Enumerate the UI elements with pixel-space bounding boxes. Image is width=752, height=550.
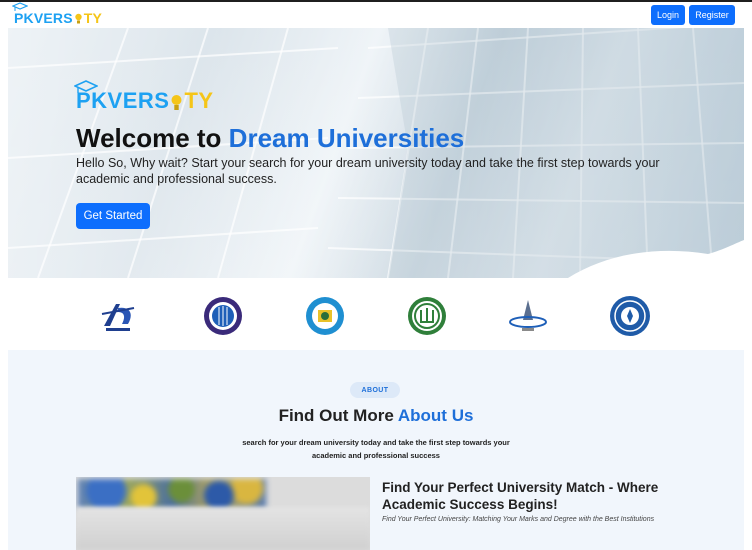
university-seal-logo[interactable] — [201, 294, 245, 338]
register-button[interactable]: Register — [689, 5, 735, 25]
about-heading: Find Your Perfect University Match - Whe… — [382, 480, 659, 512]
islamic-university-logo[interactable] — [405, 294, 449, 338]
about-badge: ABOUT — [350, 382, 400, 398]
about-image — [76, 477, 370, 550]
about-title-accent: About Us — [397, 406, 474, 425]
paal-logo[interactable] — [506, 294, 550, 338]
get-started-button[interactable]: Get Started — [76, 203, 150, 229]
painting-image — [78, 479, 266, 509]
lightbulb-icon — [75, 13, 82, 24]
about-description: search for your dream university today a… — [242, 438, 510, 460]
hero-banner: PKVERS TY Welcome to Dream Universities … — [8, 28, 744, 278]
university-crest-logo[interactable] — [608, 294, 652, 338]
navbar: PKVERS TY Login Register — [0, 2, 752, 28]
lightbulb-icon — [171, 95, 182, 110]
login-button[interactable]: Login — [651, 5, 685, 25]
arabic-university-logo[interactable] — [303, 294, 347, 338]
about-title-prefix: Find Out More — [278, 406, 398, 425]
about-title: Find Out More About Us — [8, 406, 744, 426]
wall-image — [76, 507, 370, 550]
hero-title-prefix: Welcome to — [76, 123, 229, 153]
brand-text-part2: TY — [83, 10, 103, 26]
hero-subtitle: Hello So, Why wait? Start your search fo… — [76, 156, 660, 186]
graduation-cap-icon — [74, 80, 98, 93]
hero-logo-part2: TY — [184, 88, 214, 113]
hero-title-accent: Dream Universities — [228, 123, 465, 153]
brand-text-part1: PKVERS — [14, 10, 73, 26]
brand-logo[interactable]: PKVERS TY — [12, 2, 103, 26]
university-logos-strip — [0, 280, 752, 350]
graduation-cap-icon — [12, 2, 28, 11]
hero-brand-logo: PKVERS TY — [74, 80, 214, 114]
au-university-logo[interactable] — [96, 294, 140, 338]
about-tagline: Find Your Perfect University: Matching Y… — [382, 516, 655, 523]
about-section: ABOUT Find Out More About Us search for … — [8, 350, 744, 550]
hero-title: Welcome to Dream Universities — [76, 123, 464, 154]
